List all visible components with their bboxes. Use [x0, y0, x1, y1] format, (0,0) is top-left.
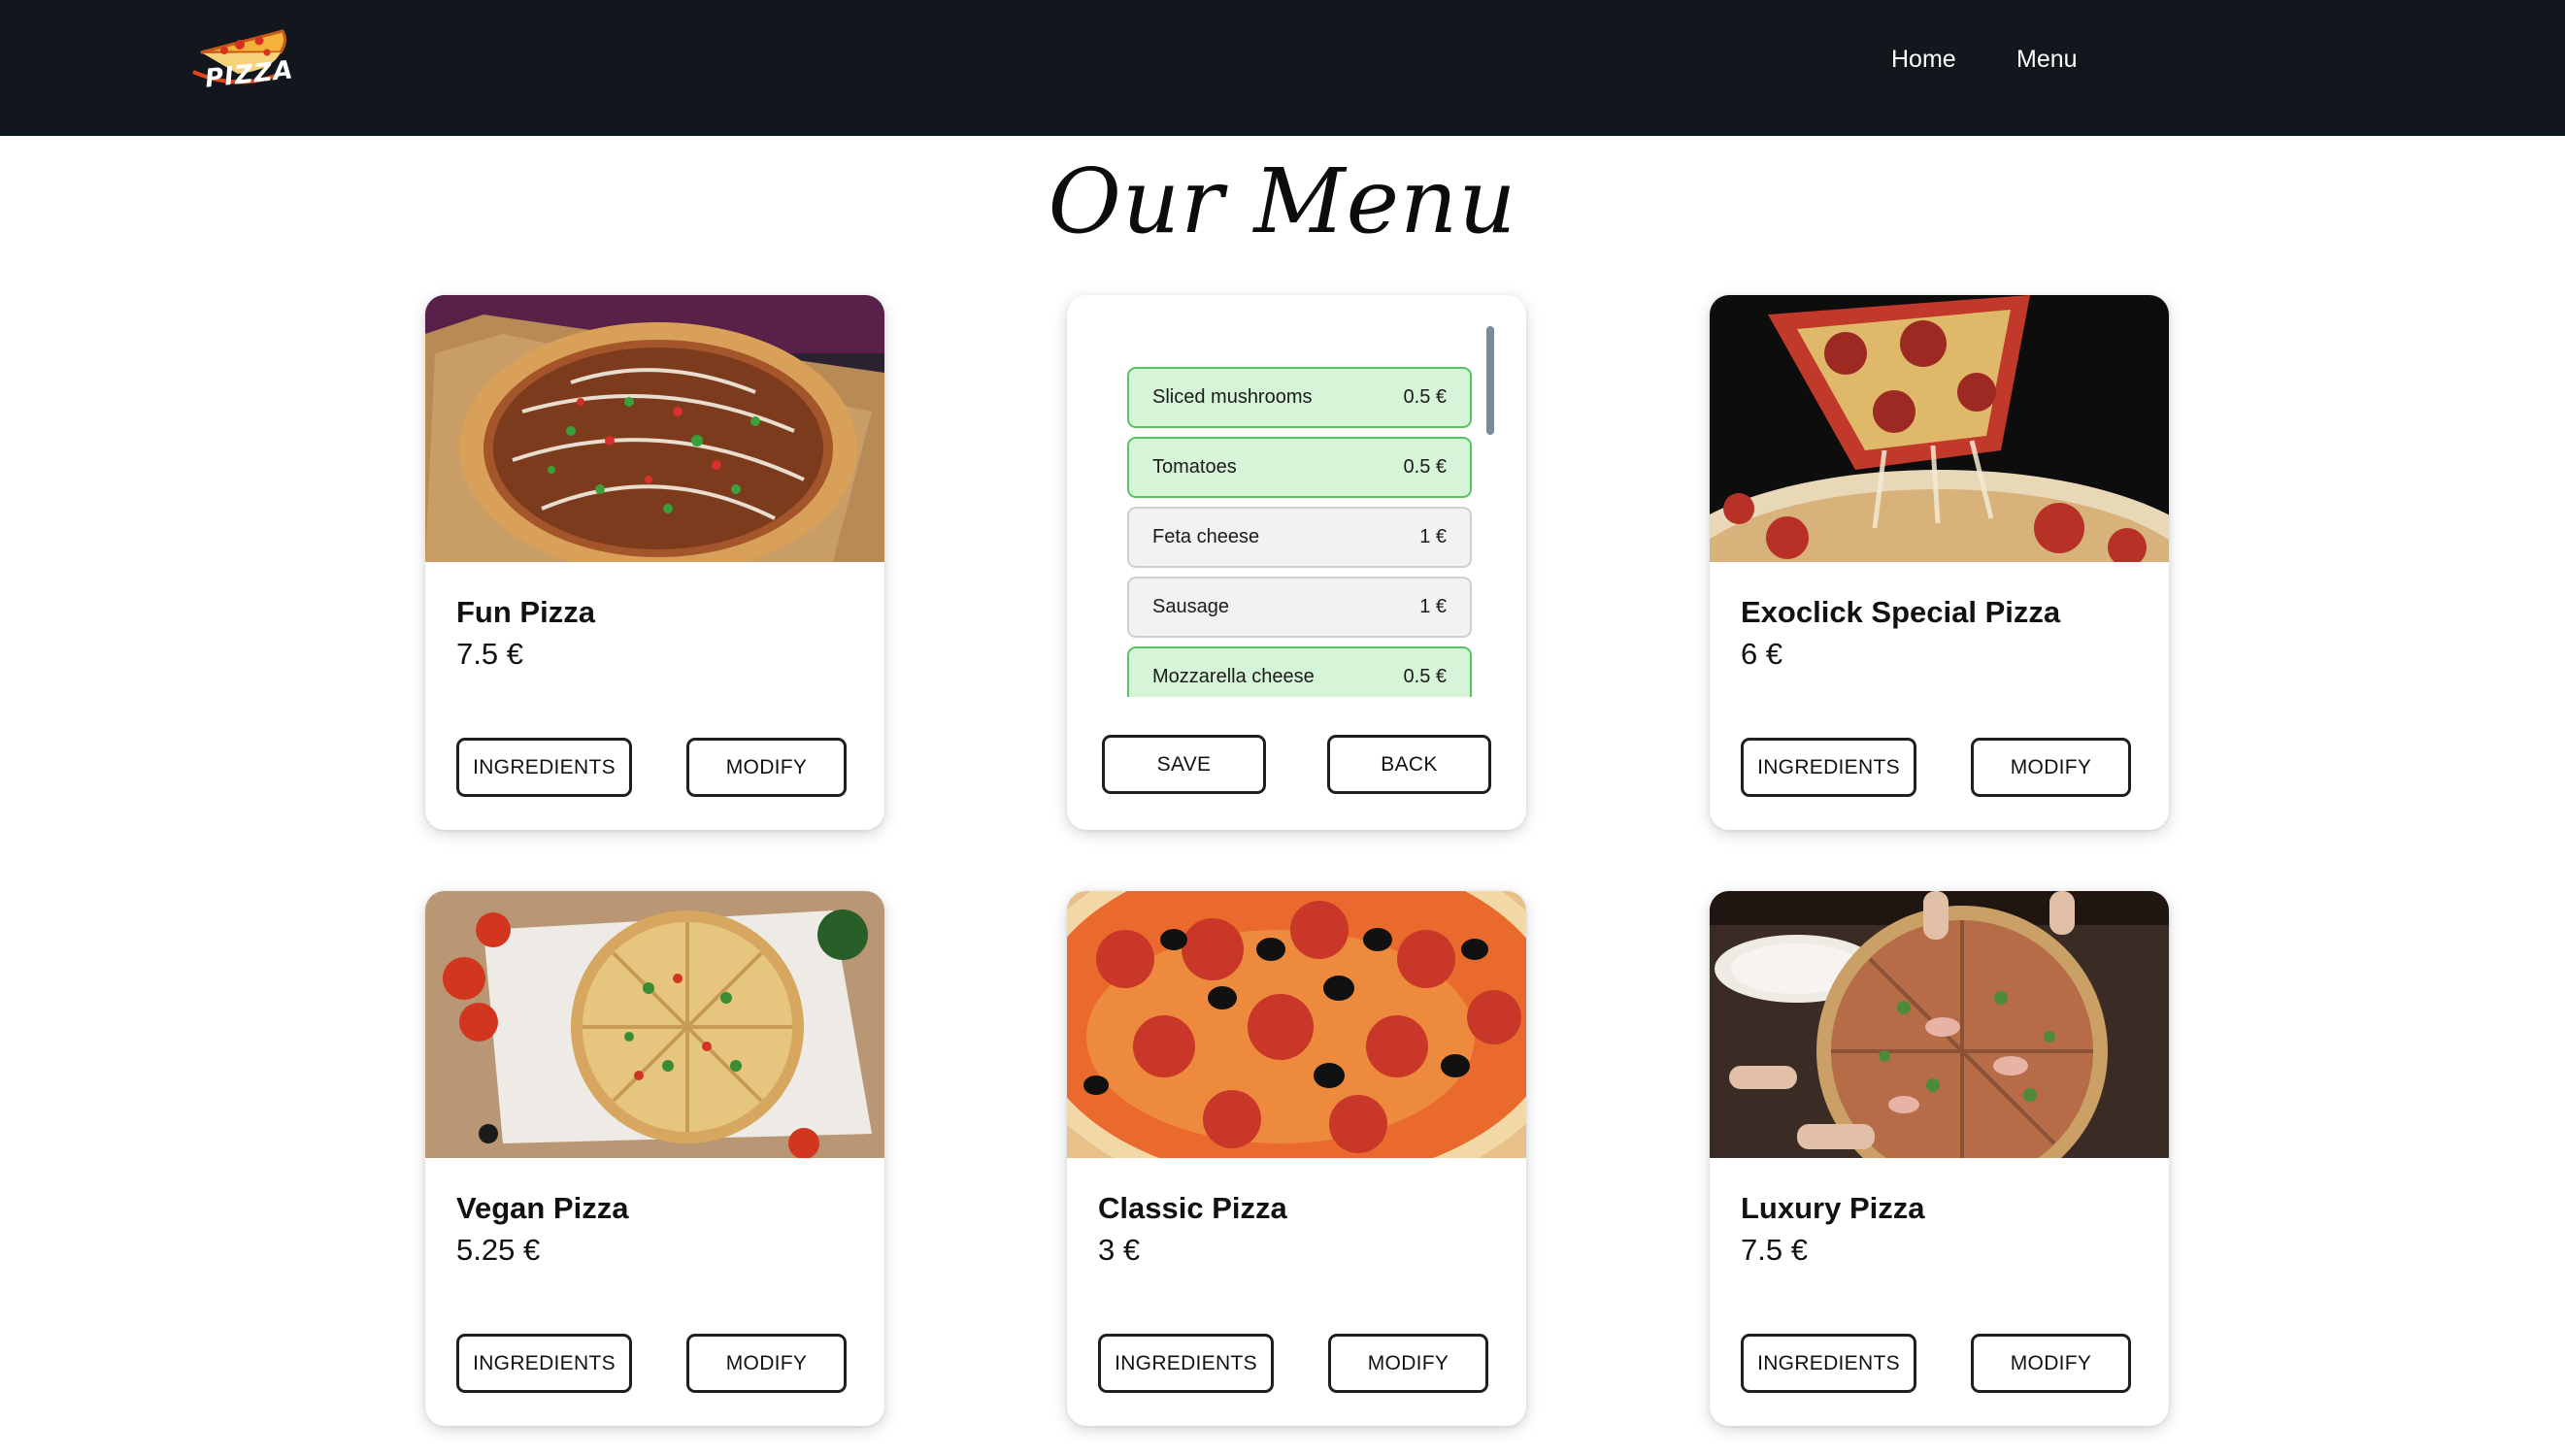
pizza-card-fun: Fun Pizza 7.5 € INGREDIENTS MODIFY	[425, 295, 884, 830]
pizza-name: Exoclick Special Pizza	[1741, 595, 2061, 629]
ingredient-price: 0.5 €	[1403, 666, 1447, 687]
ingredient-name: Sausage	[1152, 596, 1229, 617]
ingredients-button[interactable]: INGREDIENTS	[1741, 738, 1916, 797]
pizza-card-classic: Classic Pizza 3 € INGREDIENTS MODIFY	[1067, 891, 1526, 1426]
save-button[interactable]: SAVE	[1102, 735, 1266, 794]
vegan-pizza-photo	[425, 891, 884, 1158]
pizza-price: 7.5 €	[456, 637, 523, 671]
ingredient-price: 0.5 €	[1403, 386, 1447, 408]
pizza-box-photo	[425, 295, 884, 562]
ingredients-button[interactable]: INGREDIENTS	[456, 1334, 632, 1393]
ingredient-price: 0.5 €	[1403, 456, 1447, 478]
pizza-price: 3 €	[1098, 1233, 1141, 1267]
pizza-card-vegan: Vegan Pizza 5.25 € INGREDIENTS MODIFY	[425, 891, 884, 1426]
modify-button[interactable]: MODIFY	[1971, 1334, 2131, 1393]
ingredient-item[interactable]: Feta cheese 1 €	[1127, 507, 1472, 568]
ingredient-item[interactable]: Tomatoes 0.5 €	[1127, 437, 1472, 498]
modify-button[interactable]: MODIFY	[1971, 738, 2131, 797]
pizza-price: 6 €	[1741, 637, 1783, 671]
nav-link-menu[interactable]: Menu	[2016, 43, 2078, 76]
ingredient-price: 1 €	[1419, 596, 1447, 617]
nav-link-home[interactable]: Home	[1891, 43, 1956, 76]
ingredient-item[interactable]: Sliced mushrooms 0.5 €	[1127, 367, 1472, 428]
pizza-slice-cheese-pull-photo	[1710, 295, 2169, 562]
ingredient-name: Mozzarella cheese	[1152, 666, 1315, 687]
pizza-card-luxury: Luxury Pizza 7.5 € INGREDIENTS MODIFY	[1710, 891, 2169, 1426]
pizza-price: 5.25 €	[456, 1233, 541, 1267]
ingredient-list-scrollbar[interactable]	[1486, 326, 1494, 435]
pizza-logo[interactable]: PIZZA	[180, 14, 295, 107]
ingredients-button[interactable]: INGREDIENTS	[1098, 1334, 1274, 1393]
modify-button[interactable]: MODIFY	[1328, 1334, 1488, 1393]
pizza-name: Vegan Pizza	[456, 1191, 629, 1225]
ingredient-item[interactable]: Sausage 1 €	[1127, 577, 1472, 638]
ingredient-name: Feta cheese	[1152, 526, 1260, 547]
ingredients-button[interactable]: INGREDIENTS	[456, 738, 632, 797]
pizza-card-exoclick-special: Exoclick Special Pizza 6 € INGREDIENTS M…	[1710, 295, 2169, 830]
pizza-name: Luxury Pizza	[1741, 1191, 1925, 1225]
top-navbar: PIZZA Home Menu	[0, 0, 2565, 136]
ingredient-editor-card: Sliced mushrooms 0.5 € Tomatoes 0.5 € Fe…	[1067, 295, 1526, 830]
luxury-pizza-table-photo	[1710, 891, 2169, 1158]
pepperoni-olive-pizza-photo	[1067, 891, 1526, 1158]
modify-button[interactable]: MODIFY	[686, 1334, 847, 1393]
ingredient-list[interactable]: Sliced mushrooms 0.5 € Tomatoes 0.5 € Fe…	[1125, 357, 1487, 697]
ingredient-name: Sliced mushrooms	[1152, 386, 1313, 408]
pizza-name: Classic Pizza	[1098, 1191, 1287, 1225]
ingredient-item[interactable]: Mozzarella cheese 0.5 €	[1127, 646, 1472, 697]
pizza-price: 7.5 €	[1741, 1233, 1808, 1267]
ingredient-name: Tomatoes	[1152, 456, 1237, 478]
pizza-name: Fun Pizza	[456, 595, 595, 629]
back-button[interactable]: BACK	[1327, 735, 1491, 794]
ingredient-price: 1 €	[1419, 526, 1447, 547]
modify-button[interactable]: MODIFY	[686, 738, 847, 797]
ingredients-button[interactable]: INGREDIENTS	[1741, 1334, 1916, 1393]
page-title: Our Menu	[1048, 149, 1517, 253]
